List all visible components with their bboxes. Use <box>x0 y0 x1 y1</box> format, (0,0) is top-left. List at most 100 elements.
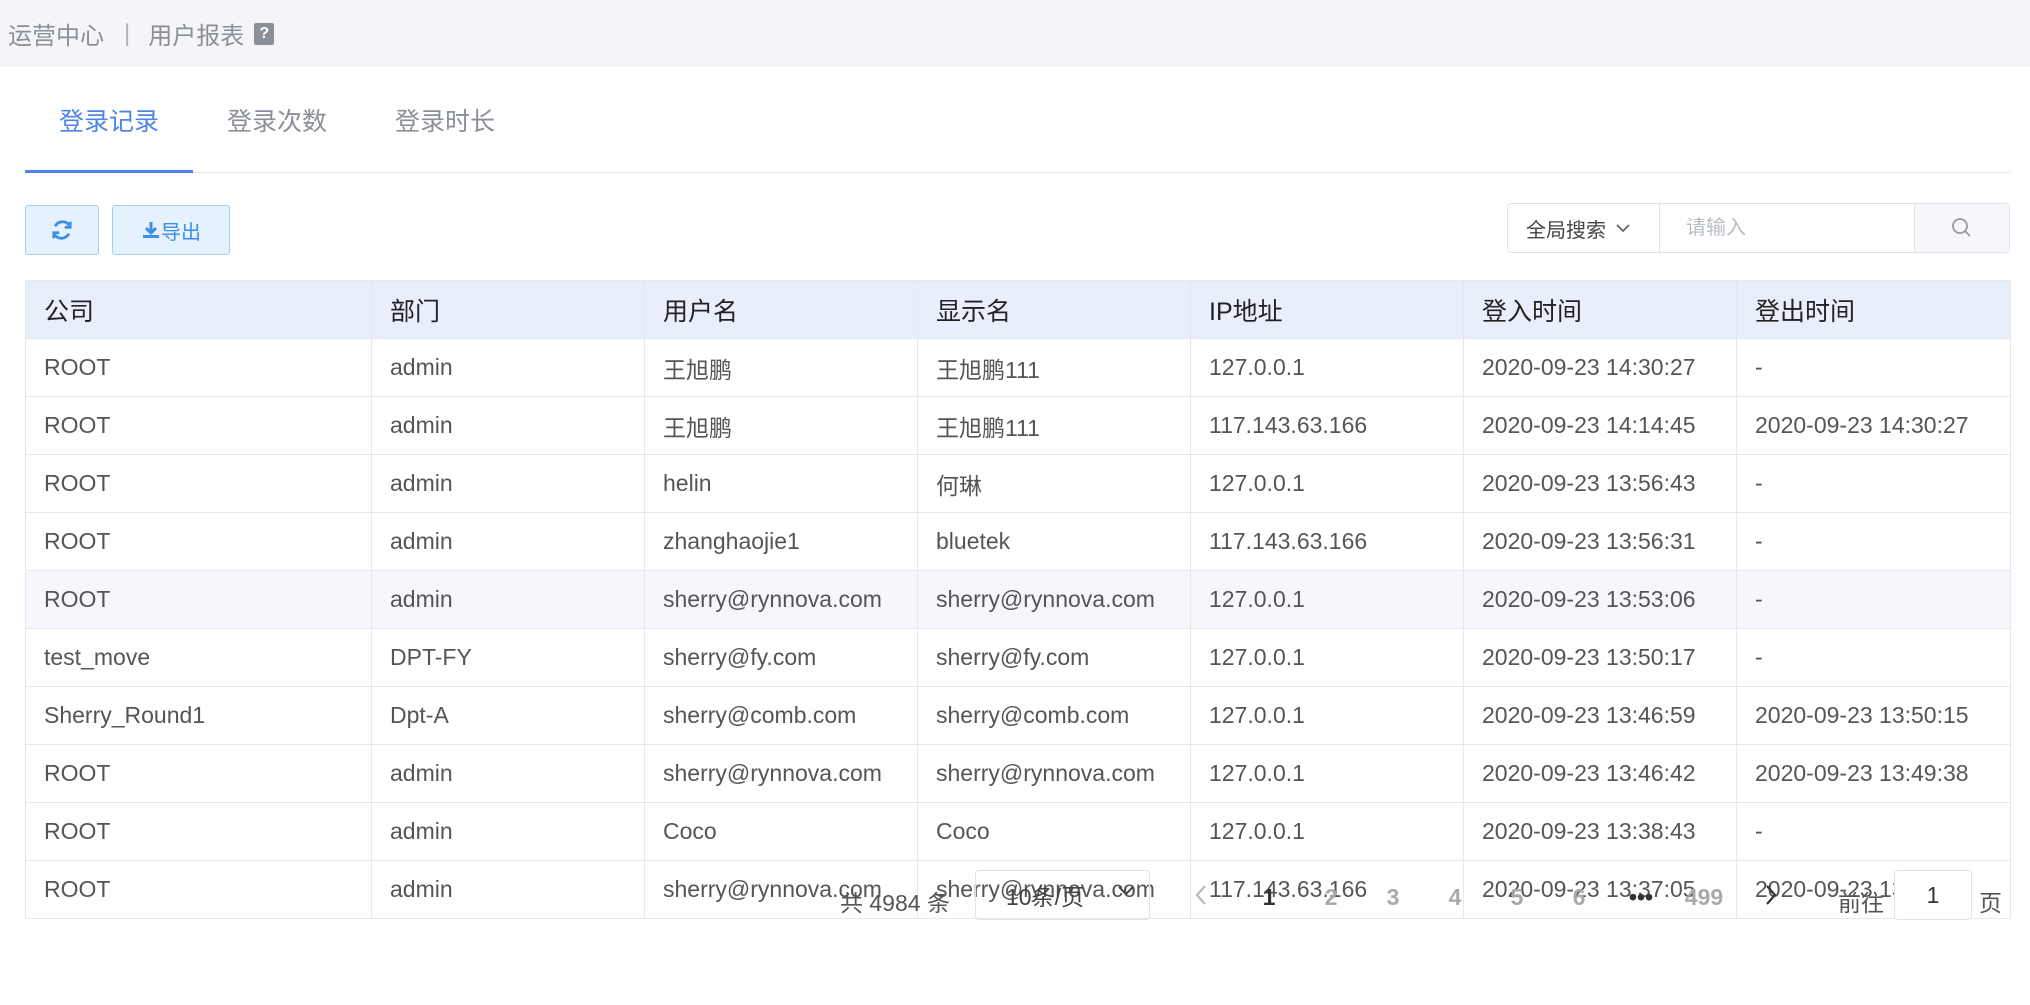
table-cell: 127.0.0.1 <box>1190 628 1464 687</box>
table-cell: 2020-09-23 13:56:43 <box>1463 454 1737 513</box>
table-cell: ROOT <box>25 454 372 513</box>
refresh-button[interactable] <box>25 205 99 255</box>
breadcrumb-separator: | <box>124 19 131 47</box>
search-scope-label: 全局搜索 <box>1526 219 1606 242</box>
table-cell: 117.143.63.166 <box>1190 396 1464 455</box>
table-cell: sherry@comb.com <box>917 686 1191 745</box>
table-cell: sherry@rynnova.com <box>917 744 1191 803</box>
column-header[interactable]: 登出时间 <box>1736 280 2011 339</box>
main-panel: 登录记录 登录次数 登录时长 导出 全局搜索 请输入 公司 部门 用户名 显示名… <box>0 67 2030 1005</box>
help-icon[interactable]: ? <box>254 22 275 45</box>
export-button[interactable]: 导出 <box>112 205 230 255</box>
page-number[interactable]: 2 <box>1311 884 1351 911</box>
tab-login-duration[interactable]: 登录时长 <box>361 67 529 173</box>
table-cell: admin <box>371 454 645 513</box>
table-cell: 2020-09-23 13:46:59 <box>1463 686 1737 745</box>
table-cell: 127.0.0.1 <box>1190 802 1464 861</box>
table-cell: sherry@fy.com <box>917 628 1191 687</box>
tab-login-records[interactable]: 登录记录 <box>25 67 194 173</box>
table-cell: 127.0.0.1 <box>1190 686 1464 745</box>
table-cell: 127.0.0.1 <box>1190 570 1464 629</box>
goto-page-input[interactable] <box>1894 870 1972 920</box>
table-cell: 127.0.0.1 <box>1190 744 1464 803</box>
table-cell: 王旭鹏111 <box>917 396 1191 455</box>
table-row[interactable]: ROOT admin 王旭鹏 王旭鹏111 127.0.0.1 2020-09-23 14… <box>25 338 2011 397</box>
column-header[interactable]: 显示名 <box>917 280 1191 339</box>
search-group: 全局搜索 <box>1507 203 2010 253</box>
chevron-down-icon <box>1118 886 1134 896</box>
table-cell: Dpt-A <box>371 686 645 745</box>
table-cell: zhanghaojie1 <box>644 512 918 571</box>
page-number[interactable]: 1 <box>1249 884 1289 911</box>
search-input[interactable] <box>1660 204 1914 252</box>
table-cell: DPT-FY <box>371 628 645 687</box>
table-cell: - <box>1736 628 2011 687</box>
table-cell: admin <box>371 802 645 861</box>
chevron-down-icon <box>1616 224 1630 233</box>
table-cell: 117.143.63.166 <box>1190 512 1464 571</box>
table-cell: admin <box>371 396 645 455</box>
table-cell: 2020-09-23 13:56:31 <box>1463 512 1737 571</box>
table-cell: 127.0.0.1 <box>1190 454 1464 513</box>
login-records-table: 公司 部门 用户名 显示名 IP地址 登入时间 登出时间 ROOT admin 王旭… <box>25 280 2011 919</box>
table-cell: ROOT <box>25 570 372 629</box>
page-number[interactable]: 3 <box>1373 884 1413 911</box>
page-number[interactable]: 6 <box>1559 884 1599 911</box>
column-header[interactable]: 用户名 <box>644 280 918 339</box>
search-scope-select[interactable]: 全局搜索 <box>1508 204 1660 252</box>
breadcrumb-current: 用户报表 <box>148 23 245 50</box>
export-label: 导出 <box>161 221 201 244</box>
table-cell: sherry@fy.com <box>644 628 918 687</box>
pagination: 共 4984 条 10条/页 1 2 3 4 5 6 ••• 499 前往 页 <box>0 870 2030 922</box>
page-number[interactable]: 5 <box>1497 884 1537 911</box>
breadcrumb-root[interactable]: 运营中心 <box>8 16 104 51</box>
table-row[interactable]: ROOT admin zhanghaojie1 bluetek 117.143.63.1… <box>25 512 2011 571</box>
table-cell: 2020-09-23 14:30:27 <box>1736 396 2011 455</box>
tab-login-count[interactable]: 登录次数 <box>193 67 361 173</box>
page-size-label: 10条/页 <box>1006 884 1084 910</box>
page-number[interactable]: 4 <box>1435 884 1475 911</box>
table-cell: 2020-09-23 14:14:45 <box>1463 396 1737 455</box>
table-row[interactable]: ROOT admin 王旭鹏 王旭鹏111 117.143.63.166 2020-09-… <box>25 396 2011 455</box>
column-header[interactable]: IP地址 <box>1190 280 1464 339</box>
download-icon <box>143 222 159 238</box>
prev-page-icon[interactable] <box>1193 882 1209 908</box>
table-cell: admin <box>371 570 645 629</box>
table-cell: ROOT <box>25 744 372 803</box>
table-row[interactable]: ROOT admin helin 何琳 127.0.0.1 2020-09-23 13:5… <box>25 454 2011 513</box>
table-cell: 2020-09-23 13:50:15 <box>1736 686 2011 745</box>
table-cell: - <box>1736 512 2011 571</box>
table-row[interactable]: Sherry_Round1 Dpt-A sherry@comb.com sherry@… <box>25 686 2011 745</box>
search-button[interactable] <box>1914 204 2009 252</box>
table-cell: sherry@rynnova.com <box>917 570 1191 629</box>
table-cell: 王旭鹏 <box>644 338 918 397</box>
breadcrumb: 运营中心 | 用户报表 ? <box>0 0 2030 67</box>
column-header[interactable]: 登入时间 <box>1463 280 1737 339</box>
table-header-row: 公司 部门 用户名 显示名 IP地址 登入时间 登出时间 <box>25 280 2011 339</box>
table-row[interactable]: ROOT admin sherry@rynnova.com sherry@rynnov… <box>25 570 2011 629</box>
table-cell: ROOT <box>25 396 372 455</box>
table-cell: 2020-09-23 13:38:43 <box>1463 802 1737 861</box>
table-cell: 2020-09-23 13:49:38 <box>1736 744 2011 803</box>
table-cell: 何琳 <box>917 454 1191 513</box>
table-cell: - <box>1736 802 2011 861</box>
table-cell: Sherry_Round1 <box>25 686 372 745</box>
table-cell: - <box>1736 570 2011 629</box>
refresh-icon <box>52 220 72 240</box>
goto-suffix: 页 <box>1979 890 2002 916</box>
table-row[interactable]: ROOT admin Coco Coco 127.0.0.1 2020-09-23 13:… <box>25 802 2011 861</box>
page-number[interactable]: 499 <box>1684 884 1724 911</box>
table-row[interactable]: ROOT admin sherry@rynnova.com sherry@rynnov… <box>25 744 2011 803</box>
column-header[interactable]: 公司 <box>25 280 372 339</box>
column-header[interactable]: 部门 <box>371 280 645 339</box>
table-cell: sherry@rynnova.com <box>644 744 918 803</box>
more-pages-icon[interactable]: ••• <box>1621 884 1661 911</box>
table-row[interactable]: test_move DPT-FY sherry@fy.com sherry@fy.co… <box>25 628 2011 687</box>
table-cell: admin <box>371 338 645 397</box>
table-cell: 2020-09-23 13:53:06 <box>1463 570 1737 629</box>
table-cell: ROOT <box>25 512 372 571</box>
next-page-icon[interactable] <box>1763 882 1779 908</box>
table-cell: test_move <box>25 628 372 687</box>
page-size-select[interactable]: 10条/页 <box>975 870 1150 920</box>
table-cell: helin <box>644 454 918 513</box>
